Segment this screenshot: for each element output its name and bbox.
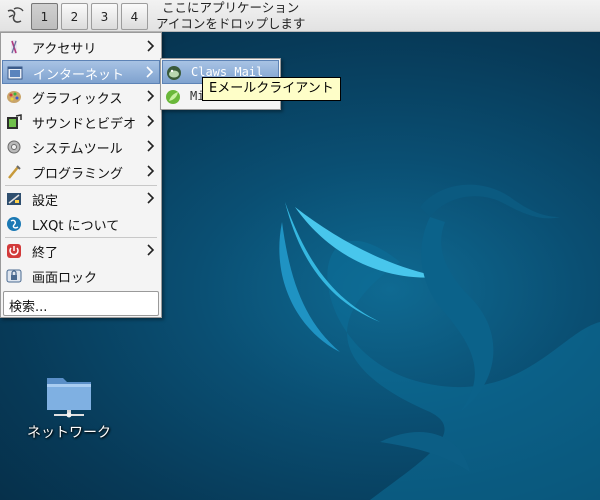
chevron-right-icon: [147, 140, 155, 152]
chevron-right-icon: [147, 192, 155, 204]
lxqt-about-icon: [7, 217, 21, 231]
menu-item-label: サウンドとビデオ: [32, 117, 137, 132]
network-folder-icon: [47, 378, 91, 418]
menu-item-label: 設定: [32, 194, 59, 209]
system-tools-icon: [7, 140, 21, 154]
menu-item-label: グラフィックス: [32, 92, 123, 107]
menu-item-settings[interactable]: 設定: [2, 187, 160, 211]
chevron-right-icon: [147, 90, 155, 102]
menu-item-accessories[interactable]: アクセサリ: [2, 35, 160, 59]
settings-icon: [7, 193, 21, 205]
network-desktop-label: ネットワーク: [27, 425, 111, 441]
main-menu-button[interactable]: [2, 2, 28, 30]
menu-item-sound-video[interactable]: サウンドとビデオ: [2, 110, 160, 134]
lock-screen-icon: [6, 269, 22, 283]
drop-hint-line2: アイコンをドロップします: [156, 16, 306, 31]
graphics-icon: [7, 91, 21, 103]
sound-video-icon: [7, 114, 22, 129]
menu-separator: [5, 237, 157, 238]
chevron-right-icon: [147, 165, 155, 177]
menu-item-lock-screen[interactable]: 画面ロック: [2, 264, 160, 288]
menu-item-label: システムツール: [32, 142, 123, 157]
claws-mail-icon: [167, 66, 181, 80]
menu-item-label: プログラミング: [32, 167, 124, 182]
menu-item-label: インターネット: [33, 68, 125, 83]
chevron-right-icon: [147, 115, 155, 127]
chevron-right-icon: [147, 244, 155, 256]
midori-icon: [166, 90, 180, 104]
main-menu: アクセサリ インターネット グラフィックス サウンドとビデオ システムツール プ…: [0, 32, 162, 318]
drop-hint-line1: ここにアプリケーション: [162, 0, 300, 15]
menu-item-label: アクセサリ: [32, 42, 97, 57]
power-icon: [7, 244, 21, 258]
desktop-switch-2[interactable]: 2: [61, 3, 88, 30]
menu-item-quit[interactable]: 終了: [2, 239, 160, 263]
menu-item-graphics[interactable]: グラフィックス: [2, 85, 160, 109]
programming-icon: [8, 165, 21, 179]
desktop-switch-4[interactable]: 4: [121, 3, 148, 30]
top-panel: 1 2 3 4 ここにアプリケーション アイコンをドロップします: [0, 0, 600, 32]
menu-item-programming[interactable]: プログラミング: [2, 160, 160, 184]
network-desktop-icon[interactable]: ネットワーク: [14, 370, 124, 442]
quicklaunch-drop-hint[interactable]: ここにアプリケーション アイコンをドロップします: [156, 0, 305, 32]
lxqt-logo-icon: [7, 7, 24, 23]
chevron-right-icon: [146, 66, 154, 78]
menu-item-label: 終了: [32, 246, 59, 261]
menu-search-label: 検索...: [9, 300, 48, 315]
desktop-switch-3[interactable]: 3: [91, 3, 118, 30]
menu-search-field[interactable]: 検索...: [3, 291, 159, 316]
menu-item-system-tools[interactable]: システムツール: [2, 135, 160, 159]
desktop-switch-1[interactable]: 1: [31, 3, 58, 30]
menu-item-about-lxqt[interactable]: LXQt について: [2, 212, 160, 236]
claws-mail-tooltip: Eメールクライアント: [202, 77, 341, 101]
accessories-icon: [11, 40, 17, 54]
chevron-right-icon: [147, 40, 155, 52]
menu-item-label: 画面ロック: [32, 271, 98, 286]
menu-item-internet[interactable]: インターネット: [2, 60, 160, 84]
menu-separator: [5, 185, 157, 186]
menu-item-label: LXQt について: [32, 219, 120, 234]
internet-icon: [7, 66, 23, 80]
